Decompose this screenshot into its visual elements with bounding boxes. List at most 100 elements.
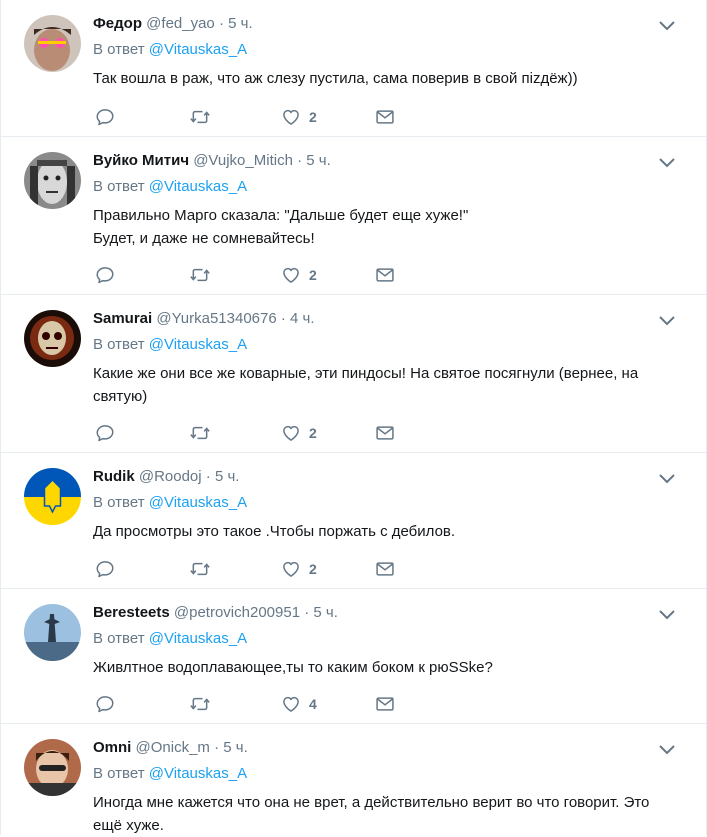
separator-dot: · <box>205 468 211 485</box>
envelope-icon <box>375 265 395 285</box>
like-count: 2 <box>309 109 317 125</box>
tweet-actions: 2 <box>93 106 413 128</box>
username[interactable]: @Onick_m <box>136 739 210 756</box>
retweet-icon <box>189 694 211 714</box>
tweet[interactable]: Samurai @Yurka51340676 · 4 ч. В ответ @Vi… <box>1 295 706 453</box>
like-button[interactable]: 2 <box>281 422 317 444</box>
display-name[interactable]: Федор <box>93 15 142 32</box>
like-button[interactable]: 4 <box>281 693 317 715</box>
reply-icon <box>95 694 115 714</box>
reply-prefix: В ответ <box>93 630 145 647</box>
timestamp[interactable]: 5 ч. <box>306 152 331 169</box>
reply-to-link[interactable]: @Vitauskas_A <box>149 630 247 647</box>
reply-icon <box>95 559 115 579</box>
reply-context: В ответ @Vitauskas_A <box>93 40 247 60</box>
reply-prefix: В ответ <box>93 41 145 58</box>
retweet-icon <box>189 107 211 127</box>
username[interactable]: @petrovich200951 <box>174 604 300 621</box>
display-name[interactable]: Rudik <box>93 468 135 485</box>
retweet-button[interactable] <box>189 264 211 286</box>
tweet-text: Иногда мне кажется что она не врет, а де… <box>93 794 650 834</box>
avatar[interactable] <box>24 468 81 525</box>
reply-button[interactable] <box>95 558 115 580</box>
tweet-header: Beresteets @petrovich200951 · 5 ч. <box>93 603 338 623</box>
chevron-down-icon[interactable] <box>658 607 676 620</box>
timestamp[interactable]: 5 ч. <box>228 15 253 32</box>
direct-message-button[interactable] <box>375 558 395 580</box>
tweet[interactable]: Вуйко Митич @Vujko_Mitich · 5 ч. В ответ … <box>1 137 706 295</box>
separator-dot: · <box>304 604 310 621</box>
tweet-actions: 4 <box>93 693 413 715</box>
tweet-text: Да просмотры это такое .Чтобы поржать с … <box>93 523 456 540</box>
username[interactable]: @Vujko_Mitich <box>193 152 293 169</box>
reply-to-link[interactable]: @Vitauskas_A <box>149 494 247 511</box>
reply-icon <box>95 265 115 285</box>
direct-message-button[interactable] <box>375 422 395 444</box>
timestamp[interactable]: 5 ч. <box>313 604 338 621</box>
display-name[interactable]: Omni <box>93 739 131 756</box>
display-name[interactable]: Samurai <box>93 310 152 327</box>
retweet-button[interactable] <box>189 422 211 444</box>
like-button[interactable]: 2 <box>281 264 317 286</box>
direct-message-button[interactable] <box>375 693 395 715</box>
reply-to-link[interactable]: @Vitauskas_A <box>149 336 247 353</box>
envelope-icon <box>375 694 395 714</box>
display-name[interactable]: Beresteets <box>93 604 170 621</box>
display-name[interactable]: Вуйко Митич <box>93 152 189 169</box>
reply-prefix: В ответ <box>93 494 145 511</box>
avatar[interactable] <box>24 739 81 796</box>
retweet-button[interactable] <box>189 693 211 715</box>
chevron-down-icon[interactable] <box>658 18 676 31</box>
reply-prefix: В ответ <box>93 178 145 195</box>
reply-button[interactable] <box>95 264 115 286</box>
chevron-down-icon[interactable] <box>658 313 676 326</box>
like-button[interactable]: 2 <box>281 106 317 128</box>
like-button[interactable]: 2 <box>281 558 317 580</box>
tweet-header: Omni @Onick_m · 5 ч. <box>93 738 248 758</box>
retweet-icon <box>189 559 211 579</box>
retweet-icon <box>189 423 211 443</box>
tweet-header: Rudik @Roodoj · 5 ч. <box>93 467 239 487</box>
avatar[interactable] <box>24 15 81 72</box>
like-count: 2 <box>309 267 317 283</box>
tweet-header: Федор @fed_yao · 5 ч. <box>93 14 253 34</box>
tweet[interactable]: Beresteets @petrovich200951 · 5 ч. В отве… <box>1 589 706 724</box>
tweet-text: Какие же они все же коварные, эти пиндос… <box>93 365 639 405</box>
reply-icon <box>95 107 115 127</box>
like-count: 4 <box>309 696 317 712</box>
retweet-button[interactable] <box>189 106 211 128</box>
tweet[interactable]: Федор @fed_yao · 5 ч. В ответ @Vitauskas_… <box>1 0 706 137</box>
avatar[interactable] <box>24 604 81 661</box>
reply-button[interactable] <box>95 106 115 128</box>
tweet-actions: 2 <box>93 264 413 286</box>
direct-message-button[interactable] <box>375 264 395 286</box>
envelope-icon <box>375 559 395 579</box>
chevron-down-icon[interactable] <box>658 155 676 168</box>
chevron-down-icon[interactable] <box>658 742 676 755</box>
heart-icon <box>281 423 301 443</box>
username[interactable]: @Roodoj <box>139 468 202 485</box>
avatar[interactable] <box>24 152 81 209</box>
timestamp[interactable]: 5 ч. <box>215 468 240 485</box>
chevron-down-icon[interactable] <box>658 471 676 484</box>
reply-to-link[interactable]: @Vitauskas_A <box>149 41 247 58</box>
reply-to-link[interactable]: @Vitauskas_A <box>149 765 247 782</box>
tweet[interactable]: Rudik @Roodoj · 5 ч. В ответ @Vitauskas_A… <box>1 453 706 589</box>
timestamp[interactable]: 4 ч. <box>290 310 315 327</box>
reply-button[interactable] <box>95 693 115 715</box>
username[interactable]: @fed_yao <box>146 15 215 32</box>
tweet-text: Правильно Марго сказала: "Дальше будет е… <box>93 207 469 247</box>
timestamp[interactable]: 5 ч. <box>223 739 248 756</box>
reply-context: В ответ @Vitauskas_A <box>93 764 247 784</box>
retweet-button[interactable] <box>189 558 211 580</box>
reply-button[interactable] <box>95 422 115 444</box>
reply-context: В ответ @Vitauskas_A <box>93 335 247 355</box>
replies-feed: Федор @fed_yao · 5 ч. В ответ @Vitauskas_… <box>0 0 707 835</box>
reply-to-link[interactable]: @Vitauskas_A <box>149 178 247 195</box>
direct-message-button[interactable] <box>375 106 395 128</box>
tweet[interactable]: Omni @Onick_m · 5 ч. В ответ @Vitauskas_A… <box>1 724 706 835</box>
separator-dot: · <box>280 310 286 327</box>
avatar[interactable] <box>24 310 81 367</box>
username[interactable]: @Yurka51340676 <box>156 310 276 327</box>
retweet-icon <box>189 265 211 285</box>
